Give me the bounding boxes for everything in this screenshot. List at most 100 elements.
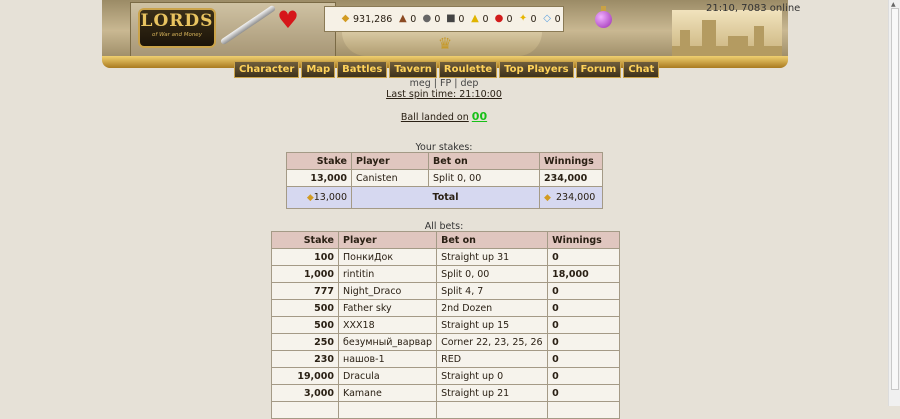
cell-player[interactable]: Dracula	[337, 367, 438, 385]
main-nav: Character Map Battles Tavern Roulette To…	[234, 61, 661, 78]
table-row: 19,000 Dracula Straight up 00	[271, 367, 620, 385]
table-row: 230 нашов-1 RED 0	[271, 350, 620, 368]
cell-bet: Corner 22, 23, 25, 26	[436, 333, 549, 351]
cell-stake: 100	[271, 248, 339, 266]
cell-stake: 500	[271, 299, 339, 317]
resource-gem: ◇ 0	[541, 13, 561, 25]
all-bets-table: Stake Player Bet on Winnings 100 ПонкиДок…	[271, 231, 620, 419]
cell-stake: 1,000	[271, 265, 339, 283]
health-heart-icon[interactable]: ♥	[276, 8, 300, 32]
cell-player[interactable]: ПонкиДок	[337, 248, 438, 266]
sulfur-icon: ▲	[471, 13, 479, 24]
table-row: 3,000 Kamane Straight up 21 0	[271, 384, 620, 402]
cell-player[interactable]: Night_Draco	[337, 282, 438, 300]
wood-icon: ▲	[398, 13, 407, 24]
cell-player[interactable]: безумный_варвар	[337, 333, 438, 351]
resource-value: 0	[554, 13, 561, 25]
scroll-up-icon[interactable]: ▲	[891, 1, 896, 8]
nav-roulette[interactable]: Roulette	[438, 61, 498, 78]
cell-player[interactable]	[337, 401, 438, 419]
mercury-icon: ●	[494, 13, 504, 24]
gold-coins-icon: ◆	[306, 193, 314, 203]
col-player: Player	[351, 152, 429, 170]
scrollbar-thumb[interactable]	[891, 8, 899, 390]
cell-bet: Straight up 21	[436, 384, 549, 402]
cell-bet: Split 0, 00	[428, 169, 540, 187]
cell-total-stake: ◆13,000	[286, 186, 352, 209]
cell-stake: 3,000	[271, 384, 339, 402]
ball-number: 00	[471, 110, 488, 123]
nav-map[interactable]: Map	[301, 61, 336, 78]
castle-image	[672, 10, 782, 56]
cell-bet: Straight up 15	[436, 316, 549, 334]
game-logo[interactable]: LORDS of War and Money	[138, 8, 216, 48]
table-row	[271, 401, 620, 419]
table-row: 13,000 Canisten Split 0, 00 234,000	[286, 169, 603, 187]
table-row: 777 Night_Draco Split 4, 70	[271, 282, 620, 300]
resource-crystal: ✦ 0	[517, 14, 537, 25]
gold-coins-icon: ◆	[341, 13, 350, 24]
crystal-icon: ✦	[518, 13, 528, 24]
ball-result[interactable]: Ball landed on 00	[0, 110, 888, 123]
resource-value: 0	[530, 13, 537, 25]
total-stake-value: 13,000	[313, 192, 347, 203]
cell-bet	[436, 401, 549, 419]
col-stake: Stake	[271, 231, 339, 249]
cell-bet: Split 4, 7	[436, 282, 549, 300]
resource-value: 0	[458, 13, 465, 25]
cell-stake: 19,000	[271, 367, 339, 385]
resource-gold: ◆ 931,286	[339, 13, 393, 25]
cell-winnings: 0	[547, 282, 620, 300]
col-player: Player	[337, 231, 438, 249]
table-row: 100 ПонкиДок Straight up 31 0	[271, 248, 620, 266]
last-spin-time[interactable]: Last spin time: 21:10:00	[0, 89, 888, 100]
cell-player[interactable]: rintitin	[337, 265, 438, 283]
last-spin-text: Last spin time: 21:10:00	[386, 89, 502, 100]
cell-winnings: 234,000	[539, 169, 603, 187]
resource-iron: ■ 0	[444, 14, 464, 25]
cell-bet: RED	[436, 350, 549, 368]
table-row: 500 XXX18 Straight up 15 0	[271, 316, 620, 334]
resource-value: 0	[506, 13, 513, 25]
logo-subtitle: of War and Money	[152, 32, 202, 38]
cell-stake: 777	[271, 282, 339, 300]
cell-bet: 2nd Dozen	[436, 299, 549, 317]
nav-tavern[interactable]: Tavern	[389, 61, 437, 78]
cell-player[interactable]: Kamane	[337, 384, 438, 402]
cell-stake: 500	[271, 316, 339, 334]
resource-value: 0	[434, 13, 441, 25]
col-winnings: Winnings	[539, 152, 603, 170]
resource-wood: ▲ 0	[396, 14, 416, 25]
cell-player[interactable]: Father sky	[337, 299, 438, 317]
nav-battles[interactable]: Battles	[337, 61, 388, 78]
col-stake: Stake	[286, 152, 352, 170]
cell-bet: Straight up 0	[436, 367, 549, 385]
cell-winnings: 0	[547, 248, 620, 266]
your-stakes-table: Stake Player Bet on Winnings 13,000 Cani…	[286, 152, 603, 209]
cell-stake: 230	[271, 350, 339, 368]
cell-total-winnings: ◆ 234,000	[539, 186, 603, 209]
table-header-row: Stake Player Bet on Winnings	[271, 231, 620, 249]
mana-potion-icon[interactable]	[595, 11, 612, 28]
nav-character[interactable]: Character	[234, 61, 300, 78]
cell-winnings	[547, 401, 620, 419]
resource-stone: ● 0	[420, 14, 440, 25]
total-label: Total	[351, 186, 540, 209]
cell-player[interactable]: Canisten	[351, 169, 429, 187]
cell-player[interactable]: XXX18	[337, 316, 438, 334]
cell-player[interactable]: нашов-1	[337, 350, 438, 368]
nav-top-players[interactable]: Top Players	[499, 61, 574, 78]
table-row: 1,000 rintitin Split 0, 00 18,000	[271, 265, 620, 283]
gem-icon: ◇	[543, 13, 551, 24]
cell-stake: 13,000	[286, 169, 352, 187]
cell-winnings: 0	[547, 316, 620, 334]
nav-forum[interactable]: Forum	[575, 61, 622, 78]
roulette-links[interactable]: meg | FP | dep	[0, 78, 888, 89]
cell-stake	[271, 401, 339, 419]
logo-title: LORDS	[140, 11, 214, 31]
castle-wall	[672, 46, 782, 56]
cell-winnings: 18,000	[547, 265, 620, 283]
resource-mercury: ● 0	[492, 13, 513, 25]
resource-value: 931,286	[353, 13, 393, 25]
nav-chat[interactable]: Chat	[623, 61, 660, 78]
